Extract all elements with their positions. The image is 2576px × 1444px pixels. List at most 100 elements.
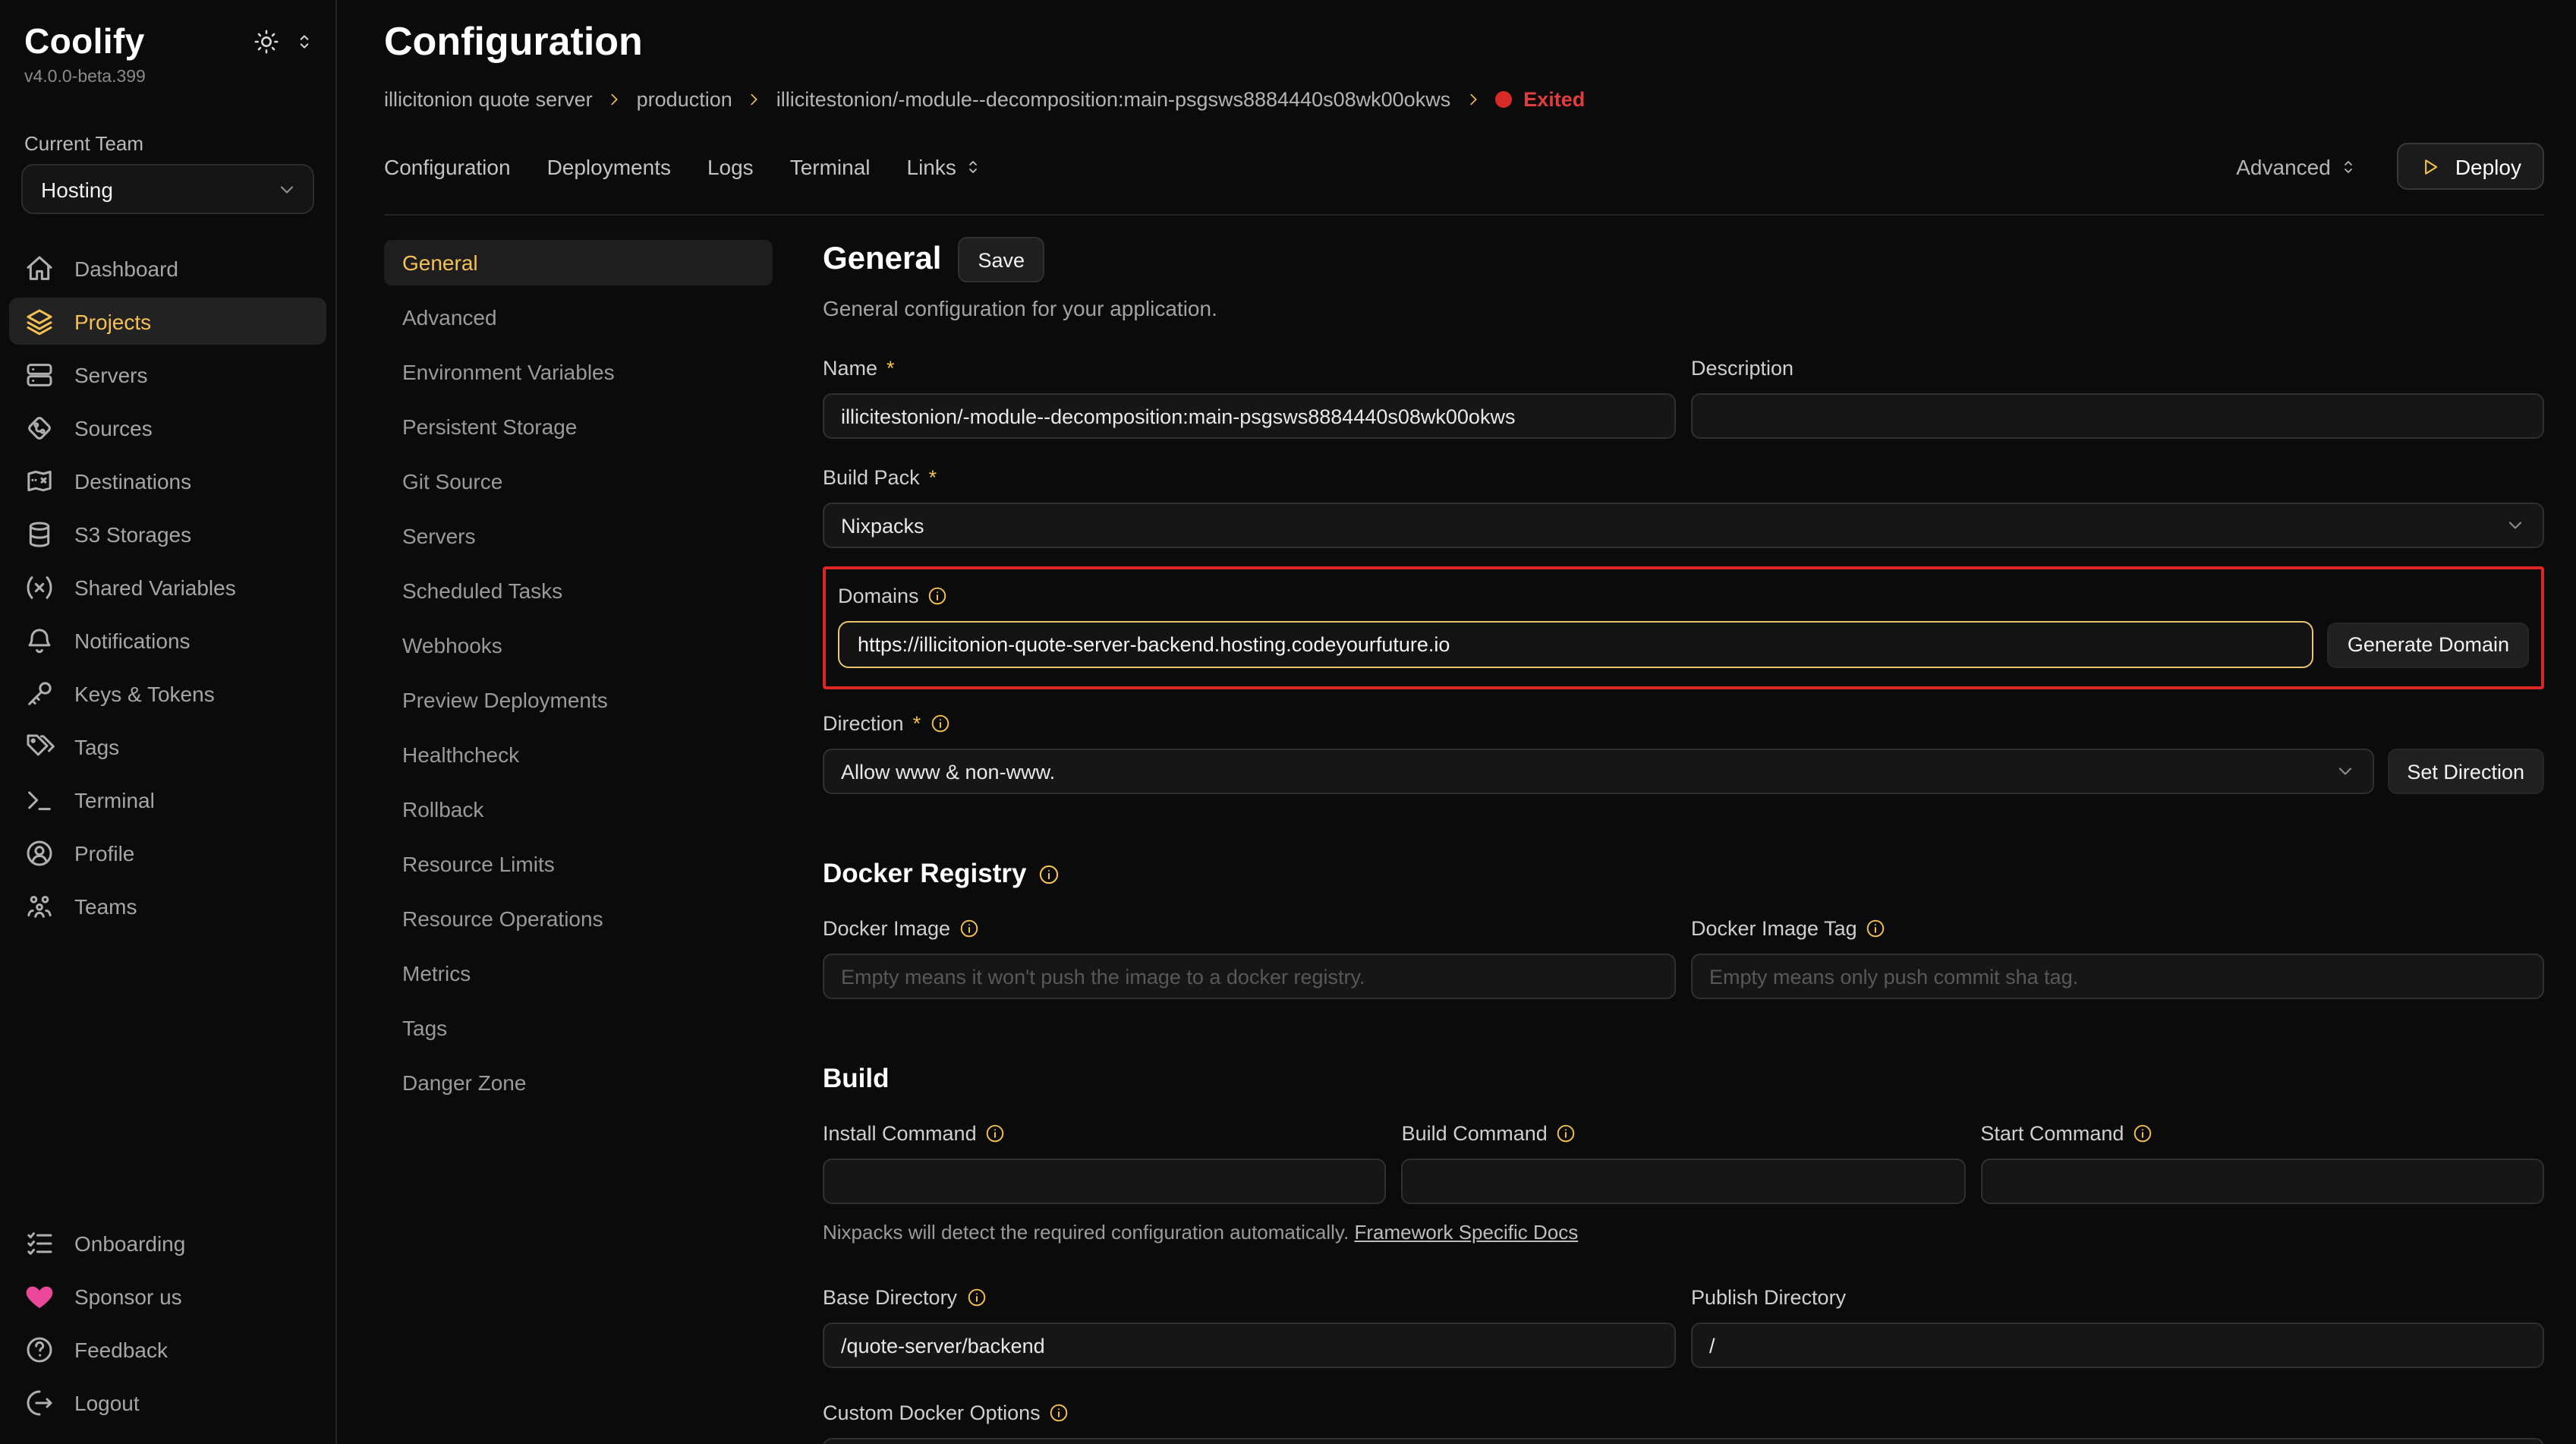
deploy-button[interactable]: Deploy xyxy=(2398,143,2544,190)
subnav-item-servers[interactable]: Servers xyxy=(384,513,773,559)
sidebar-item-profile[interactable]: Profile xyxy=(9,829,326,876)
publish-directory-input[interactable] xyxy=(1691,1323,2544,1368)
breadcrumb: illicitonion quote server production ill… xyxy=(384,88,2544,111)
sidebar-item-sources[interactable]: Sources xyxy=(9,404,326,451)
sidebar-item-dashboard[interactable]: Dashboard xyxy=(9,244,326,292)
variable-icon xyxy=(24,572,55,602)
sidebar-item-onboarding[interactable]: Onboarding xyxy=(9,1219,326,1266)
team-select[interactable]: Hosting xyxy=(21,164,314,214)
sidebar-item-projects[interactable]: Projects xyxy=(9,298,326,345)
description-label: Description xyxy=(1691,356,1793,379)
sidebar-item-label: Shared Variables xyxy=(74,575,236,599)
sidebar-item-label: Projects xyxy=(74,309,151,333)
deploy-button-label: Deploy xyxy=(2455,154,2521,178)
subnav-item-danger-zone[interactable]: Danger Zone xyxy=(384,1060,773,1105)
direction-select[interactable]: Allow www & non-www. xyxy=(823,749,2373,794)
subnav-item-resource-limits[interactable]: Resource Limits xyxy=(384,841,773,887)
set-direction-button[interactable]: Set Direction xyxy=(2387,749,2544,794)
tab-deployments[interactable]: Deployments xyxy=(547,154,671,178)
subnav-item-git-source[interactable]: Git Source xyxy=(384,459,773,504)
info-icon xyxy=(966,1287,986,1307)
build-pack-select[interactable]: Nixpacks xyxy=(823,503,2544,548)
docker-image-label: Docker Image xyxy=(823,916,950,939)
sidebar-item-teams[interactable]: Teams xyxy=(9,882,326,929)
base-directory-input[interactable] xyxy=(823,1323,1676,1368)
updown-chevron-icon[interactable] xyxy=(294,32,314,52)
subnav-item-advanced[interactable]: Advanced xyxy=(384,295,773,340)
docker-image-tag-input[interactable] xyxy=(1691,954,2544,999)
sidebar-item-servers[interactable]: Servers xyxy=(9,351,326,398)
start-command-label: Start Command xyxy=(1980,1121,2124,1144)
subnav-item-rollback[interactable]: Rollback xyxy=(384,787,773,832)
sidebar-item-label: Teams xyxy=(74,894,137,918)
domains-label: Domains xyxy=(838,584,919,607)
sidebar-item-label: Sponsor us xyxy=(74,1284,182,1308)
build-command-input[interactable] xyxy=(1402,1159,1966,1204)
app-version: v4.0.0-beta.399 xyxy=(0,62,335,87)
sidebar: Coolify v4.0.0-beta.399 Current Team Hos… xyxy=(0,0,337,1444)
subnav-item-tags[interactable]: Tags xyxy=(384,1005,773,1051)
advanced-menu[interactable]: Advanced xyxy=(2236,154,2358,178)
sidebar-item-shared-variables[interactable]: Shared Variables xyxy=(9,563,326,610)
sidebar-item-label: Destinations xyxy=(74,468,191,493)
info-icon xyxy=(1866,918,1886,938)
framework-docs-link[interactable]: Framework Specific Docs xyxy=(1354,1221,1578,1244)
install-command-input[interactable] xyxy=(823,1159,1387,1204)
nixpacks-note: Nixpacks will detect the required config… xyxy=(823,1221,2544,1244)
map-icon xyxy=(24,465,55,496)
build-command-label: Build Command xyxy=(1402,1121,1548,1144)
breadcrumb-environment[interactable]: production xyxy=(637,88,732,111)
theme-toggle-sun-icon[interactable] xyxy=(254,29,279,55)
generate-domain-button[interactable]: Generate Domain xyxy=(2328,622,2529,667)
subnav-item-healthcheck[interactable]: Healthcheck xyxy=(384,732,773,777)
sidebar-item-s3-storages[interactable]: S3 Storages xyxy=(9,510,326,557)
config-subnav: General Advanced Environment Variables P… xyxy=(384,228,773,1444)
breadcrumb-application[interactable]: illicitestonion/-module--decomposition:m… xyxy=(776,88,1450,111)
sidebar-item-destinations[interactable]: Destinations xyxy=(9,457,326,504)
description-input[interactable] xyxy=(1691,393,2544,439)
sidebar-item-logout[interactable]: Logout xyxy=(9,1379,326,1426)
section-description: General configuration for your applicati… xyxy=(823,296,2544,320)
name-input[interactable] xyxy=(823,393,1676,439)
subnav-item-resource-operations[interactable]: Resource Operations xyxy=(384,896,773,941)
sidebar-item-tags[interactable]: Tags xyxy=(9,723,326,770)
domains-input[interactable] xyxy=(838,621,2314,668)
users-icon xyxy=(24,891,55,921)
subnav-item-environment-variables[interactable]: Environment Variables xyxy=(384,349,773,395)
sidebar-nav: Dashboard Projects Servers Sources Desti… xyxy=(0,244,335,929)
tab-configuration[interactable]: Configuration xyxy=(384,154,511,178)
base-directory-label: Base Directory xyxy=(823,1285,957,1308)
start-command-input[interactable] xyxy=(1980,1159,2544,1204)
tab-links[interactable]: Links xyxy=(907,154,982,178)
sidebar-item-feedback[interactable]: Feedback xyxy=(9,1326,326,1373)
subnav-item-webhooks[interactable]: Webhooks xyxy=(384,623,773,668)
subnav-item-general[interactable]: General xyxy=(384,240,773,285)
build-pack-value: Nixpacks xyxy=(841,514,924,537)
sidebar-item-label: Notifications xyxy=(74,628,191,652)
custom-docker-options-input[interactable] xyxy=(823,1438,2544,1444)
domains-highlight-ring: Domains Generate Domain xyxy=(823,566,2544,689)
save-button[interactable]: Save xyxy=(958,237,1044,282)
docker-image-tag-label: Docker Image Tag xyxy=(1691,916,1857,939)
nixpacks-note-text: Nixpacks will detect the required config… xyxy=(823,1221,1349,1244)
subnav-item-preview-deployments[interactable]: Preview Deployments xyxy=(384,677,773,723)
sidebar-item-terminal[interactable]: Terminal xyxy=(9,776,326,823)
tab-logs[interactable]: Logs xyxy=(707,154,754,178)
subnav-item-metrics[interactable]: Metrics xyxy=(384,951,773,996)
docker-image-input[interactable] xyxy=(823,954,1676,999)
tab-terminal[interactable]: Terminal xyxy=(790,154,871,178)
breadcrumb-project[interactable]: illicitonion quote server xyxy=(384,88,593,111)
subnav-item-persistent-storage[interactable]: Persistent Storage xyxy=(384,404,773,449)
heart-icon xyxy=(24,1281,55,1311)
status-dot-icon xyxy=(1494,91,1511,108)
info-icon xyxy=(930,713,949,733)
chevron-down-icon xyxy=(2505,515,2526,536)
sidebar-item-notifications[interactable]: Notifications xyxy=(9,616,326,664)
layers-icon xyxy=(24,306,55,336)
sidebar-item-keys-tokens[interactable]: Keys & Tokens xyxy=(9,670,326,717)
subnav-item-scheduled-tasks[interactable]: Scheduled Tasks xyxy=(384,568,773,613)
sidebar-item-sponsor-us[interactable]: Sponsor us xyxy=(9,1272,326,1319)
play-icon xyxy=(2420,156,2442,177)
user-icon xyxy=(24,837,55,868)
required-marker: * xyxy=(913,711,921,734)
